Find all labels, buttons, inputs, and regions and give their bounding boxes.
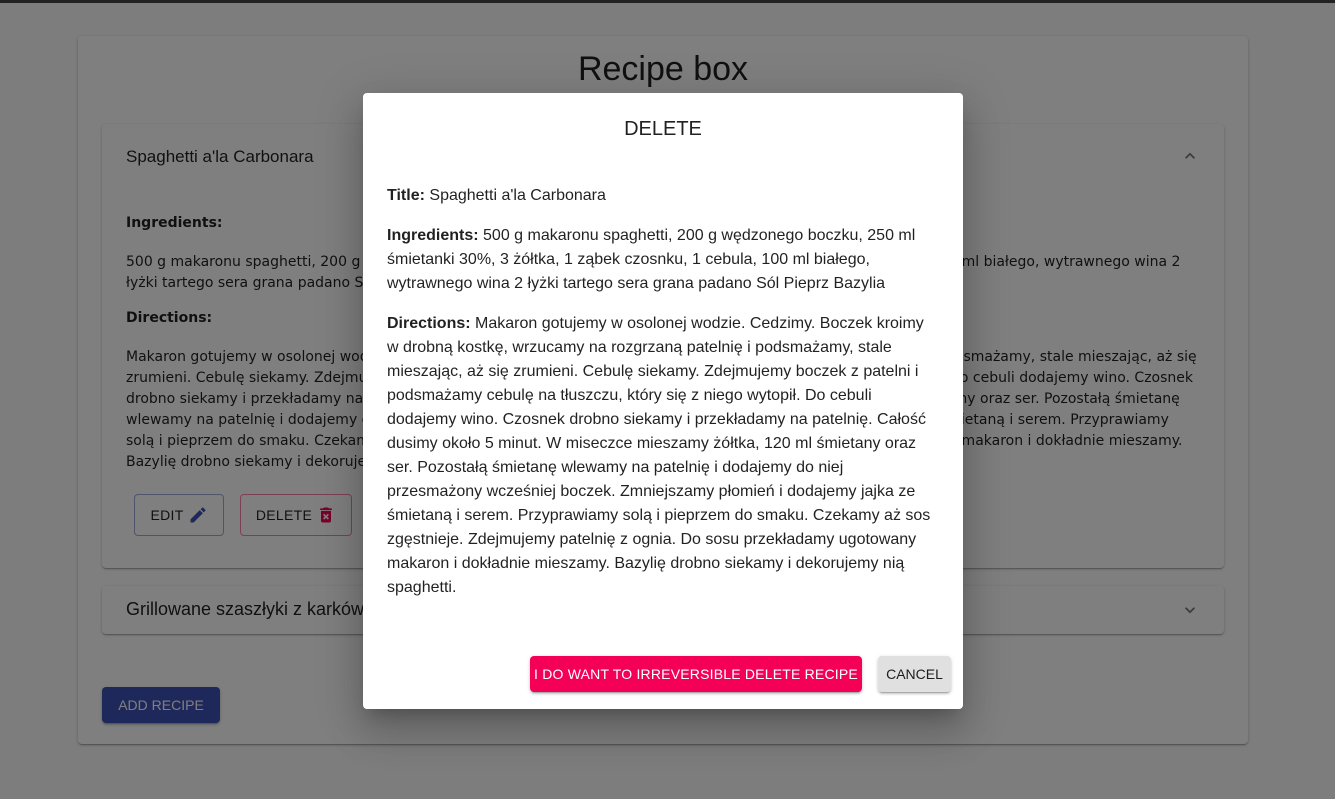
dialog-title-row: Title: Spaghetti a'la Carbonara	[387, 184, 937, 208]
cancel-button[interactable]: CANCEL	[878, 656, 951, 692]
confirm-delete-button[interactable]: I DO WANT TO IRREVERSIBLE DELETE RECIPE	[530, 656, 862, 692]
dialog-title-label: Title:	[387, 187, 425, 204]
dialog-directions-row: Directions: Makaron gotujemy w osolonej …	[387, 312, 937, 600]
dialog-title-value: Spaghetti a'la Carbonara	[429, 187, 606, 204]
dialog-ingredients-label: Ingredients:	[387, 227, 479, 244]
dialog-directions-value: Makaron gotujemy w osolonej wodzie. Cedz…	[387, 315, 931, 596]
dialog-ingredients-row: Ingredients: 500 g makaronu spaghetti, 2…	[387, 224, 937, 296]
dialog-directions-label: Directions:	[387, 315, 471, 332]
dialog-title: DELETE	[624, 118, 702, 140]
delete-dialog: DELETE Title: Spaghetti a'la Carbonara I…	[363, 93, 963, 709]
